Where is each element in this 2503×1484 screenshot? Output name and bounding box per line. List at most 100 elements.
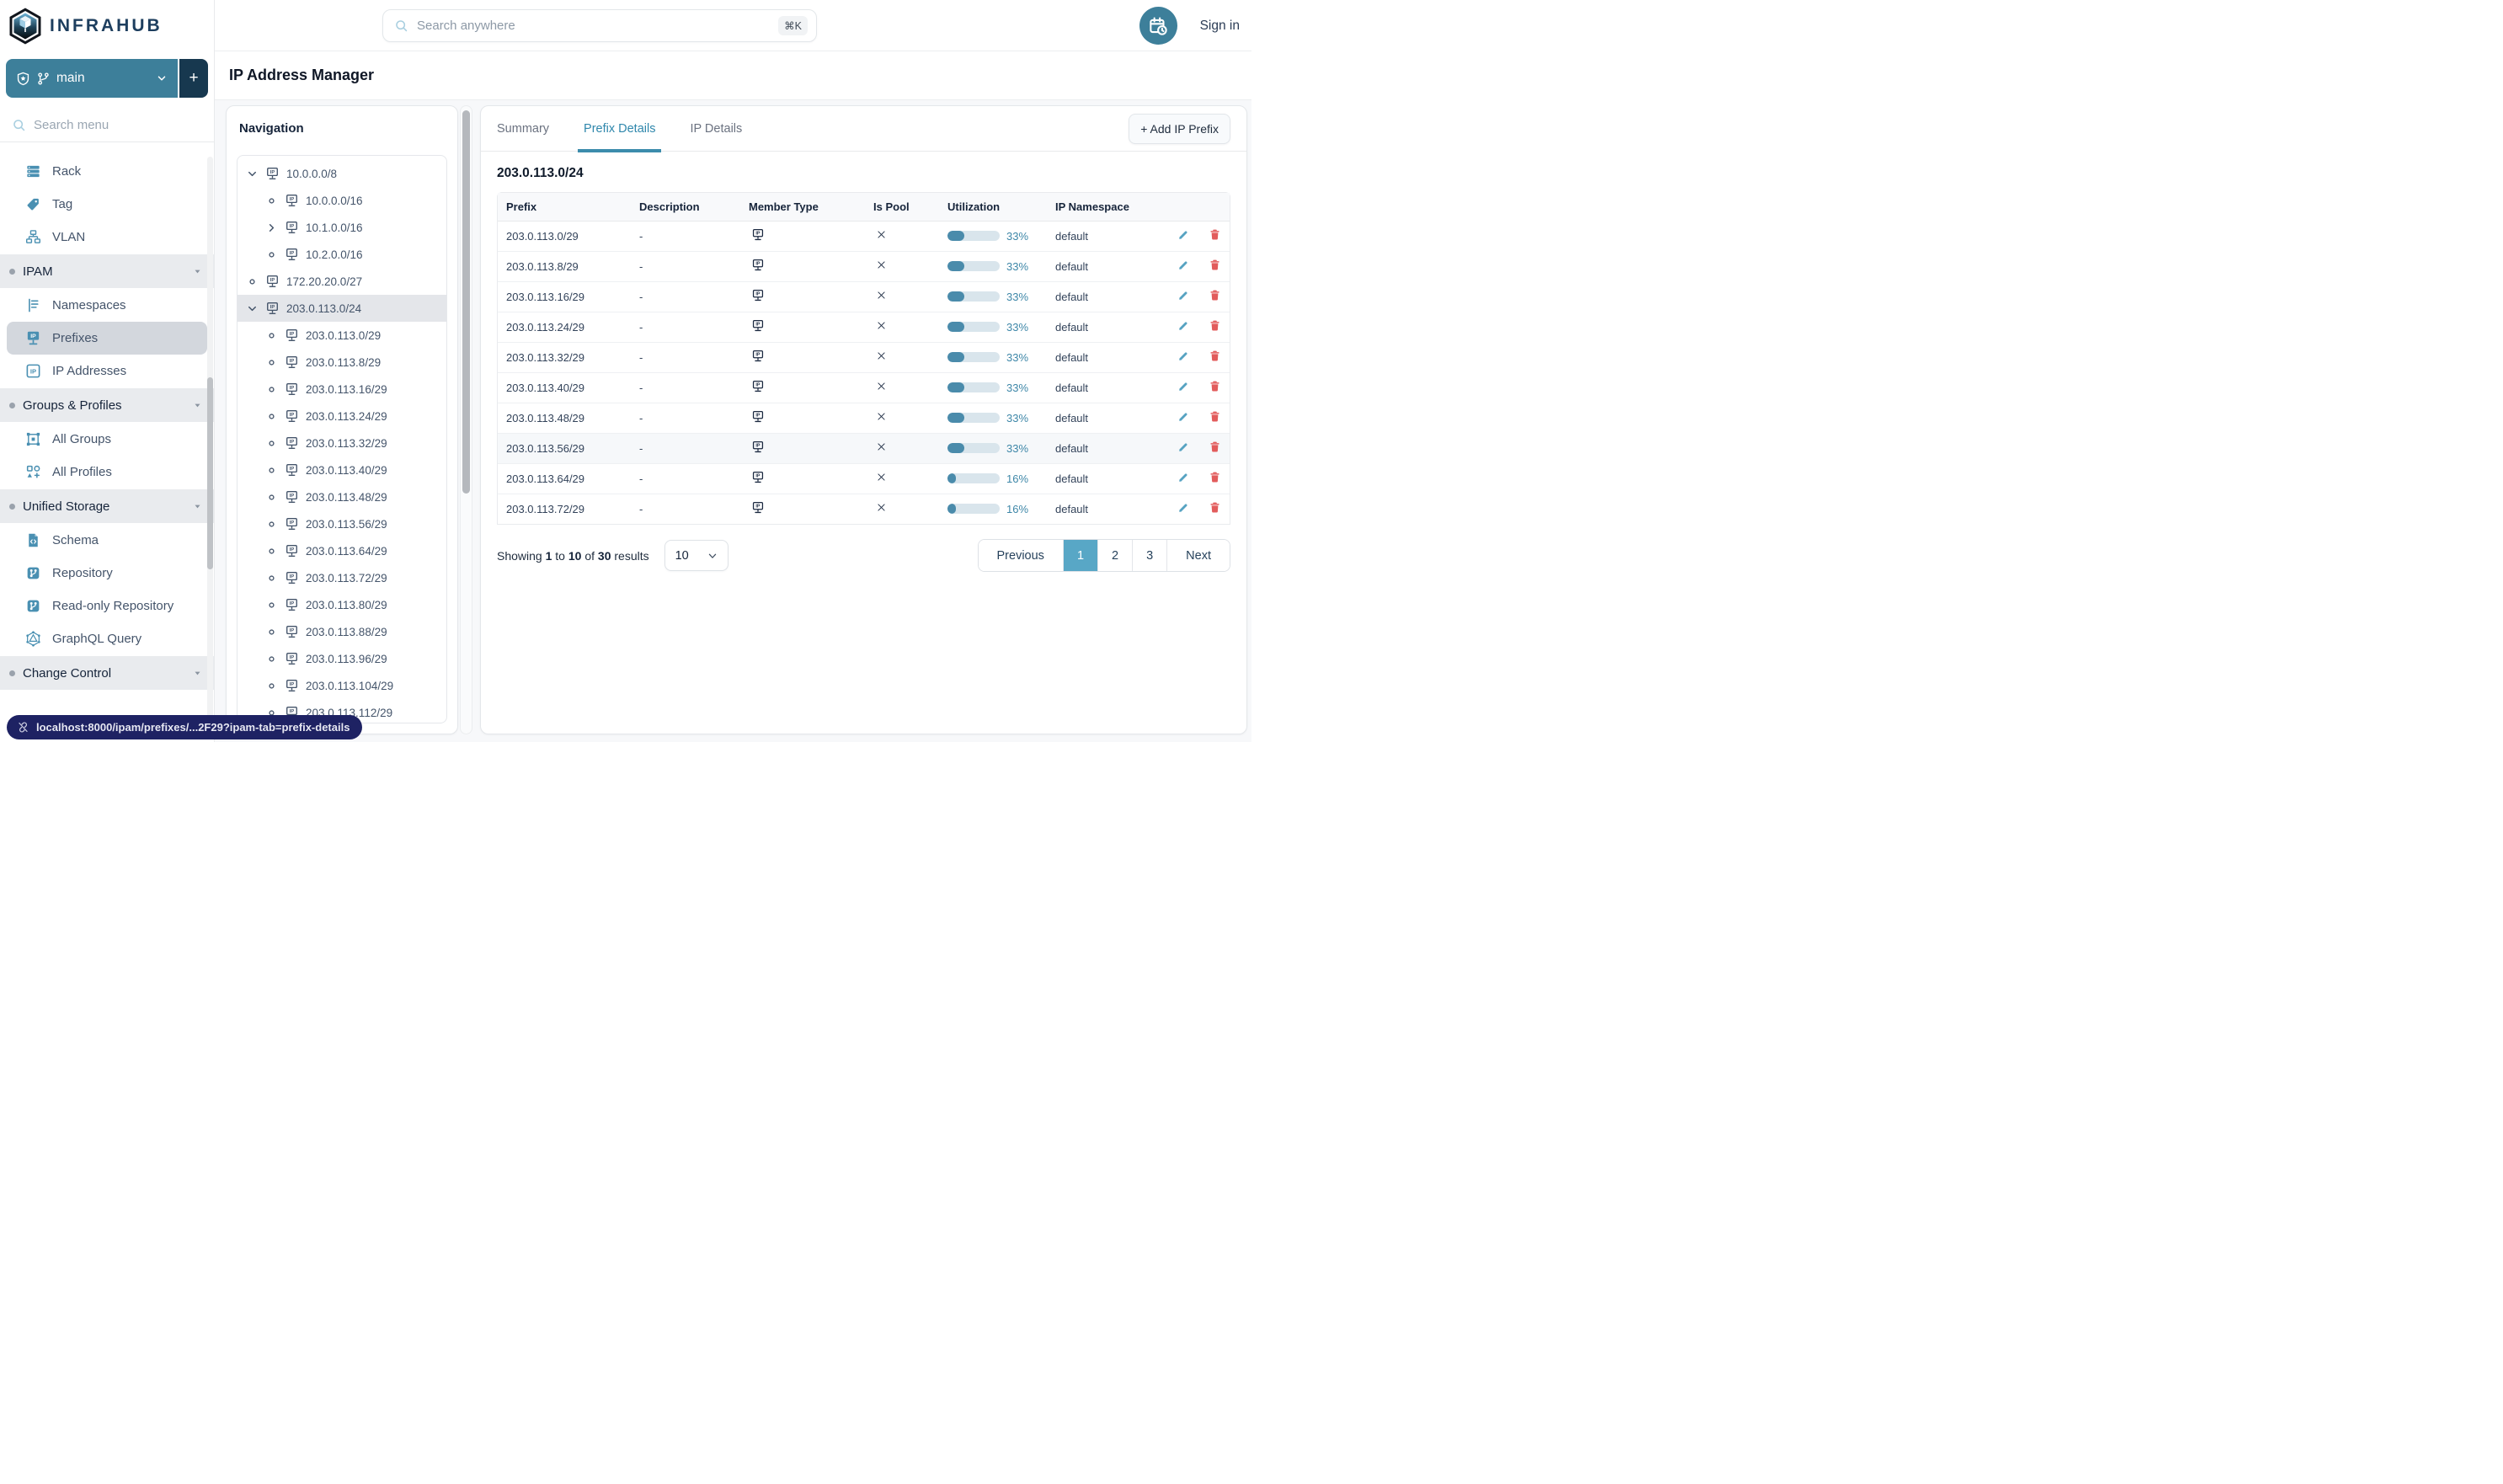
sidebar-item-all-profiles[interactable]: All Profiles	[7, 456, 207, 488]
tree-node-203-0-113-40-29[interactable]: IP 203.0.113.40/29	[237, 456, 446, 483]
bullet-circle-icon[interactable]	[265, 545, 278, 558]
table-row-203-0-113-8-29[interactable]: 203.0.113.8/29- IP 33% default	[498, 250, 1230, 281]
table-row-203-0-113-32-29[interactable]: 203.0.113.32/29- IP 33% default	[498, 341, 1230, 372]
bullet-circle-icon[interactable]	[265, 626, 278, 638]
delete-button[interactable]	[1209, 501, 1221, 516]
tab-prefix-details[interactable]: Prefix Details	[578, 106, 662, 152]
tree-node-203-0-113-0-29[interactable]: IP 203.0.113.0/29	[237, 322, 446, 349]
tree-node-203-0-113-88-29[interactable]: IP 203.0.113.88/29	[237, 618, 446, 645]
delete-button[interactable]	[1209, 289, 1221, 304]
bullet-circle-icon[interactable]	[265, 383, 278, 396]
delete-button[interactable]	[1209, 259, 1221, 274]
edit-button[interactable]	[1177, 501, 1190, 516]
tab-ip-details[interactable]: IP Details	[690, 106, 742, 152]
sidebar-scrollbar-thumb[interactable]	[207, 377, 213, 569]
sidebar-item-tag[interactable]: Tag	[7, 188, 207, 221]
edit-button[interactable]	[1177, 289, 1190, 304]
bullet-circle-icon[interactable]	[265, 599, 278, 611]
edit-button[interactable]	[1177, 350, 1190, 365]
chevron-down-icon[interactable]	[246, 302, 259, 315]
add-ip-prefix-button[interactable]: + Add IP Prefix	[1129, 113, 1230, 144]
time-travel-button[interactable]	[1139, 7, 1177, 45]
page-button-3[interactable]: 3	[1132, 540, 1167, 571]
tree-node-203-0-113-64-29[interactable]: IP 203.0.113.64/29	[237, 537, 446, 564]
sidebar-section-unified-storage[interactable]: Unified Storage	[0, 489, 214, 523]
bullet-circle-icon[interactable]	[265, 195, 278, 207]
logo[interactable]: INFRAHUB	[0, 0, 214, 51]
bullet-circle-icon[interactable]	[265, 572, 278, 585]
tree-node-10-0-0-0-16[interactable]: IP 10.0.0.0/16	[237, 187, 446, 214]
tree-node-172-20-20-0-27[interactable]: IP 172.20.20.0/27	[237, 268, 446, 295]
tree-node-203-0-113-0-24[interactable]: IP 203.0.113.0/24	[237, 295, 446, 322]
add-branch-button[interactable]: +	[179, 59, 208, 98]
tree-node-10-0-0-0-8[interactable]: IP 10.0.0.0/8	[237, 160, 446, 187]
sidebar-item-graphql-query[interactable]: GraphQL Query	[7, 622, 207, 655]
menu-search-input[interactable]	[34, 118, 177, 132]
sign-in-link[interactable]: Sign in	[1200, 19, 1240, 34]
sidebar-item-read-only-repository[interactable]: Read-only Repository	[7, 590, 207, 622]
next-button[interactable]: Next	[1166, 540, 1230, 571]
edit-button[interactable]	[1177, 380, 1190, 395]
sidebar-item-repository[interactable]: Repository	[7, 557, 207, 590]
panel-scrollbar-thumb[interactable]	[462, 110, 470, 494]
delete-button[interactable]	[1209, 440, 1221, 456]
tree-node-203-0-113-56-29[interactable]: IP 203.0.113.56/29	[237, 510, 446, 537]
bullet-circle-icon[interactable]	[265, 437, 278, 450]
tree-node-203-0-113-72-29[interactable]: IP 203.0.113.72/29	[237, 564, 446, 591]
page-button-1[interactable]: 1	[1062, 540, 1098, 571]
table-row-203-0-113-0-29[interactable]: 203.0.113.0/29 - IP 33% default	[498, 221, 1230, 251]
bullet-circle-icon[interactable]	[265, 356, 278, 369]
tree-node-203-0-113-48-29[interactable]: IP 203.0.113.48/29	[237, 483, 446, 510]
sidebar-item-schema[interactable]: Schema	[7, 524, 207, 557]
bullet-circle-icon[interactable]	[265, 518, 278, 531]
sidebar-item-all-groups[interactable]: All Groups	[7, 423, 207, 456]
global-search-input[interactable]	[417, 19, 771, 33]
tab-summary[interactable]: Summary	[497, 106, 549, 152]
sidebar-item-ip-addresses[interactable]: IP IP Addresses	[7, 355, 207, 387]
edit-button[interactable]	[1177, 259, 1190, 274]
delete-button[interactable]	[1209, 319, 1221, 334]
table-row-203-0-113-16-29[interactable]: 203.0.113.16/29- IP 33% default	[498, 280, 1230, 312]
table-row-203-0-113-40-29[interactable]: 203.0.113.40/29- IP 33% default	[498, 371, 1230, 403]
sidebar-section-change-control[interactable]: Change Control	[0, 656, 214, 690]
edit-button[interactable]	[1177, 319, 1190, 334]
bullet-circle-icon[interactable]	[265, 410, 278, 423]
bullet-circle-icon[interactable]	[246, 275, 259, 288]
bullet-circle-icon[interactable]	[265, 653, 278, 665]
tree-node-203-0-113-16-29[interactable]: IP 203.0.113.16/29	[237, 376, 446, 403]
menu-search[interactable]	[0, 109, 214, 142]
table-row-203-0-113-48-29[interactable]: 203.0.113.48/29- IP 33% default	[498, 402, 1230, 433]
delete-button[interactable]	[1209, 228, 1221, 243]
sidebar-item-vlan[interactable]: VLAN	[7, 221, 207, 254]
sidebar-section-groups-profiles[interactable]: Groups & Profiles	[0, 388, 214, 422]
tree-node-10-1-0-0-16[interactable]: IP 10.1.0.0/16	[237, 214, 446, 241]
delete-button[interactable]	[1209, 410, 1221, 425]
edit-button[interactable]	[1177, 440, 1190, 456]
tree-node-203-0-113-8-29[interactable]: IP 203.0.113.8/29	[237, 349, 446, 376]
global-search[interactable]: ⌘K	[382, 9, 817, 42]
sidebar-item-rack[interactable]: Rack	[7, 155, 207, 188]
bullet-circle-icon[interactable]	[265, 491, 278, 504]
edit-button[interactable]	[1177, 228, 1190, 243]
sidebar-section-ipam[interactable]: IPAM	[0, 254, 214, 288]
edit-button[interactable]	[1177, 471, 1190, 486]
bullet-circle-icon[interactable]	[265, 464, 278, 477]
delete-button[interactable]	[1209, 350, 1221, 365]
chevron-right-icon[interactable]	[265, 222, 278, 234]
previous-button[interactable]: Previous	[978, 540, 1063, 571]
edit-button[interactable]	[1177, 410, 1190, 425]
tree-node-203-0-113-24-29[interactable]: IP 203.0.113.24/29	[237, 403, 446, 430]
page-size-select[interactable]: 10	[664, 540, 728, 571]
table-row-203-0-113-64-29[interactable]: 203.0.113.64/29- IP 16% default	[498, 462, 1230, 494]
branch-selector[interactable]: main	[6, 59, 178, 98]
tree-node-10-2-0-0-16[interactable]: IP 10.2.0.0/16	[237, 241, 446, 268]
chevron-down-icon[interactable]	[246, 168, 259, 180]
page-button-2[interactable]: 2	[1097, 540, 1133, 571]
sidebar-item-prefixes[interactable]: IP Prefixes	[7, 322, 207, 355]
delete-button[interactable]	[1209, 380, 1221, 395]
bullet-circle-icon[interactable]	[265, 329, 278, 342]
table-row-203-0-113-72-29[interactable]: 203.0.113.72/29- IP 16% default	[498, 493, 1230, 524]
table-row-203-0-113-24-29[interactable]: 203.0.113.24/29- IP 33% default	[498, 311, 1230, 342]
tree-node-203-0-113-104-29[interactable]: IP 203.0.113.104/29	[237, 672, 446, 699]
tree-node-203-0-113-32-29[interactable]: IP 203.0.113.32/29	[237, 430, 446, 456]
